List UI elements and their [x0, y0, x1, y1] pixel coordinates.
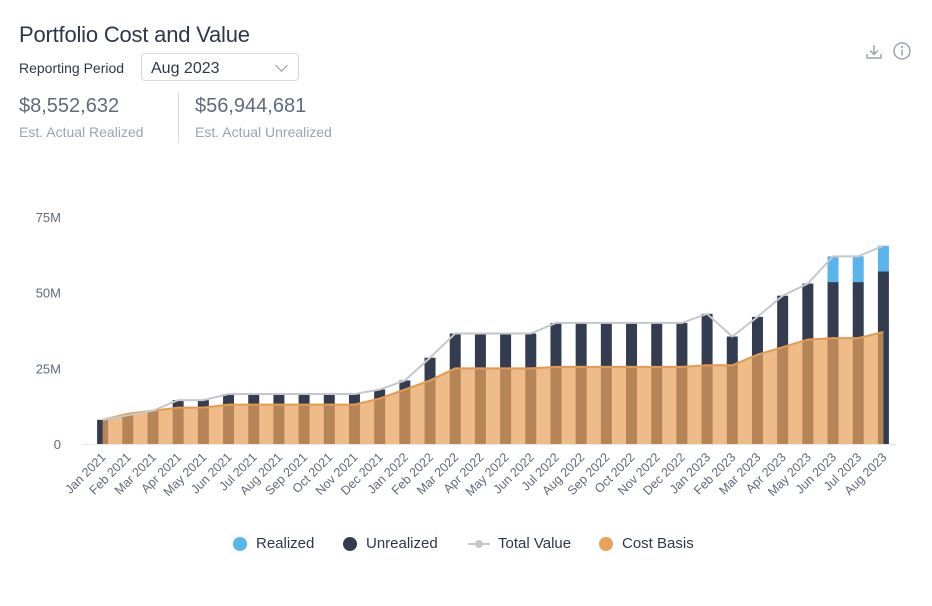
legend-marker-unrealized — [343, 536, 357, 551]
y-tick-label: 0 — [54, 437, 61, 452]
chevron-down-icon — [275, 59, 288, 72]
y-tick-label: 75M — [36, 210, 61, 225]
y-tick-label: 25M — [36, 361, 61, 376]
stat-realized-label: Est. Actual Realized — [19, 124, 144, 140]
legend-label-unrealized: Unrealized — [366, 535, 438, 552]
cost-basis-area — [102, 332, 884, 444]
stat-realized: $8,552,632 Est. Actual Realized — [19, 95, 144, 140]
legend-marker-total-value — [468, 537, 490, 551]
info-icon[interactable] — [892, 41, 912, 61]
realized-bar — [852, 256, 864, 283]
stat-realized-value: $8,552,632 — [19, 95, 120, 117]
legend-label-cost-basis: Cost Basis — [622, 535, 694, 552]
stat-unrealized-value: $56,944,681 — [195, 95, 307, 117]
reporting-period-value: Aug 2023 — [151, 60, 220, 77]
legend-label-realized: Realized — [256, 535, 315, 552]
legend-item-unrealized[interactable]: Unrealized — [343, 535, 438, 552]
page-title: Portfolio Cost and Value — [19, 22, 250, 47]
realized-bar — [877, 245, 889, 272]
download-icon[interactable] — [864, 42, 884, 62]
legend-item-total-value[interactable]: Total Value — [468, 535, 571, 552]
portfolio-chart: 025M50M75MJan 2021Feb 2021Mar 2021Apr 20… — [36, 210, 896, 499]
y-tick-label: 50M — [36, 286, 61, 301]
legend-marker-cost-basis — [599, 536, 613, 551]
legend-item-realized[interactable]: Realized — [233, 535, 314, 552]
legend-marker-realized — [233, 536, 247, 551]
stat-unrealized: $56,944,681 Est. Actual Unrealized — [195, 95, 332, 140]
reporting-period-select[interactable]: Aug 2023 — [141, 53, 299, 81]
stat-divider — [178, 93, 179, 143]
legend-item-cost-basis[interactable]: Cost Basis — [599, 535, 694, 552]
chart-legend: Realized Unrealized Total Value Cost Bas… — [0, 535, 932, 557]
reporting-period-label: Reporting Period — [19, 60, 125, 76]
stat-unrealized-label: Est. Actual Unrealized — [195, 124, 332, 140]
legend-label-total-value: Total Value — [498, 535, 572, 552]
